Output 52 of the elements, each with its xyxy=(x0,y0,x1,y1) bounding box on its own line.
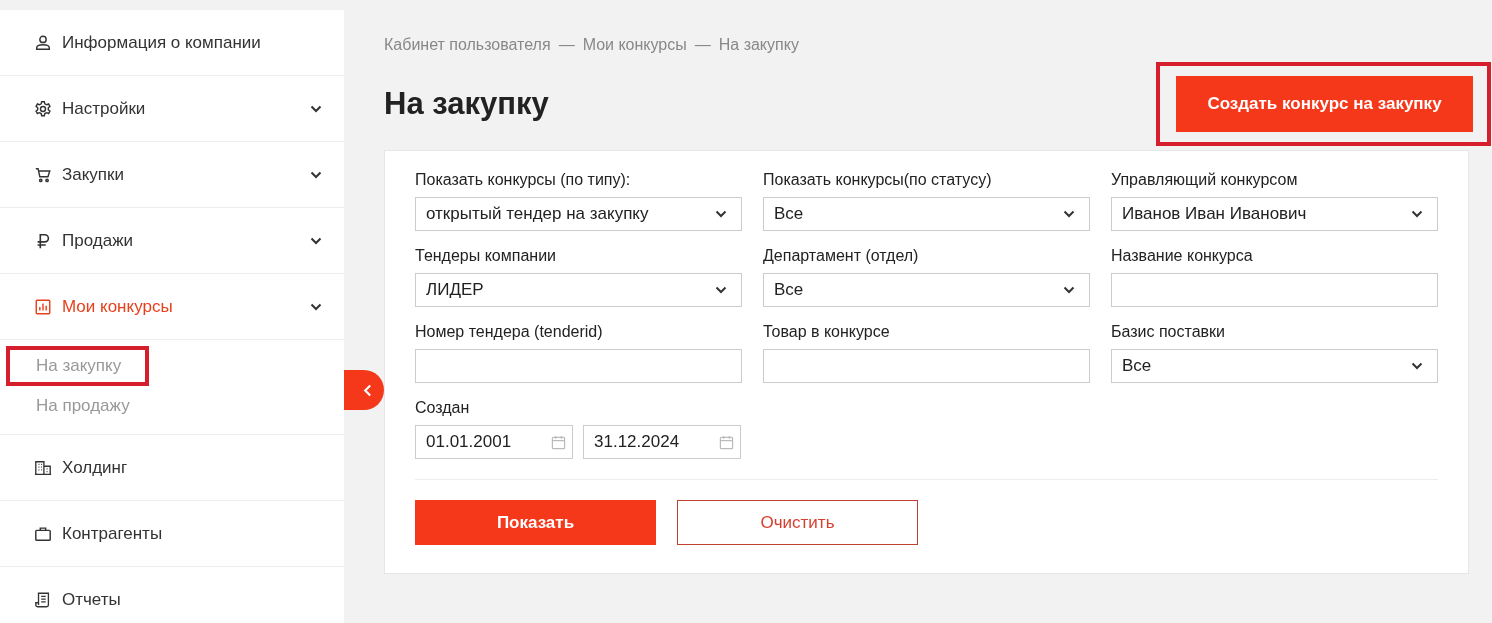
breadcrumb-separator: — xyxy=(694,36,711,54)
sidebar-item[interactable]: Холдинг xyxy=(0,435,344,501)
person-icon xyxy=(34,33,52,52)
dropdown[interactable]: ЛИДЕР xyxy=(415,273,742,307)
chevron-left-icon xyxy=(362,383,372,397)
date-field[interactable]: 01.01.2001 xyxy=(415,425,573,459)
sidebar-item[interactable]: Мои конкурсы xyxy=(0,274,344,340)
page-title: На закупку xyxy=(384,86,549,122)
dropdown[interactable]: Иванов Иван Иванович xyxy=(1111,197,1438,231)
show-button[interactable]: Показать xyxy=(415,500,656,545)
field-label: Управляющий конкурсом xyxy=(1111,171,1299,189)
field-label: Товар в конкурсе xyxy=(763,323,891,341)
dropdown[interactable]: Все xyxy=(1111,349,1438,383)
calendar-icon xyxy=(551,434,566,450)
sidebar-item[interactable]: Информация о компании xyxy=(0,10,344,76)
sidebar-item[interactable]: Контрагенты xyxy=(0,501,344,567)
chart-icon xyxy=(34,297,52,316)
input-field[interactable] xyxy=(415,349,742,383)
create-tender-button[interactable]: Создать конкурс на закупку xyxy=(1176,76,1473,132)
field-label: Номер тендера (tenderid) xyxy=(415,323,604,341)
dropdown[interactable]: Все xyxy=(763,273,1090,307)
breadcrumb-separator: — xyxy=(558,36,575,54)
field-label: Базис поставки xyxy=(1111,323,1226,341)
collapse-sidebar-button[interactable] xyxy=(344,370,384,410)
dropdown[interactable]: Все xyxy=(763,197,1090,231)
sidebar-item[interactable]: Отчеты xyxy=(0,567,344,623)
chevron-down-icon xyxy=(1063,210,1075,218)
field-label: Департамент (отдел) xyxy=(763,247,920,265)
chevron-down-icon xyxy=(1411,210,1423,218)
receipt-icon xyxy=(34,590,52,609)
chevron-down-icon xyxy=(715,286,727,294)
field-label: Название конкурса xyxy=(1111,247,1254,265)
dropdown[interactable]: открытый тендер на закупку xyxy=(415,197,742,231)
sidebar-item[interactable]: Настройки xyxy=(0,76,344,142)
calendar-icon xyxy=(719,434,734,450)
input-field[interactable] xyxy=(763,349,1090,383)
briefcase-icon xyxy=(34,524,52,543)
chevron-down-icon xyxy=(1411,362,1423,370)
field-label: Показать конкурсы(по статусу) xyxy=(763,171,993,189)
gear-icon xyxy=(34,99,52,118)
field-label: Показать конкурсы (по типу): xyxy=(415,171,632,189)
chevron-down-icon xyxy=(715,210,727,218)
sidebar-item[interactable]: Закупки xyxy=(0,142,344,208)
field-label: Тендеры компании xyxy=(415,247,558,265)
input-field[interactable] xyxy=(1111,273,1438,307)
clear-button[interactable]: Очистить xyxy=(677,500,918,545)
building-icon xyxy=(34,458,52,477)
cart-icon xyxy=(34,165,52,184)
sidebar-item[interactable]: Продажи xyxy=(0,208,344,274)
field-label: Создан xyxy=(415,399,471,417)
chevron-down-icon xyxy=(1063,286,1075,294)
date-field[interactable]: 31.12.2024 xyxy=(583,425,741,459)
